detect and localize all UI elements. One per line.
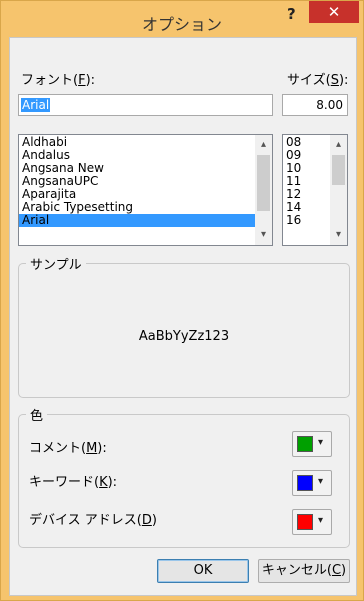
sample-text: AaBbYyZz123: [138, 329, 230, 344]
font-list-scroll-thumb[interactable]: [257, 155, 270, 211]
comment-color-label: コメント(M):: [29, 441, 107, 456]
size-list[interactable]: 08 09 10 11 12 14 16 ▴ ▾: [282, 134, 348, 246]
comment-color-button[interactable]: ▾: [292, 431, 332, 457]
device-address-color-label: デバイス アドレス(D): [29, 513, 157, 528]
keyword-color-swatch: [297, 475, 313, 491]
close-button[interactable]: ✕: [309, 1, 359, 23]
chevron-down-icon: ▾: [318, 515, 324, 526]
font-list[interactable]: Aldhabi Andalus Angsana New AngsanaUPC A…: [18, 134, 273, 246]
color-group-label: 色: [26, 405, 48, 424]
font-list-item[interactable]: Arabic Typesetting: [19, 201, 256, 214]
scroll-up-icon[interactable]: ▴: [330, 137, 347, 153]
dialog-client: フォント(F): サイズ(S): Arial 8.00 Aldhabi Anda…: [9, 37, 357, 596]
font-list-item-selected[interactable]: Arial: [19, 214, 256, 227]
device-address-color-button[interactable]: ▾: [292, 509, 332, 535]
sample-group-label: サンプル: [26, 254, 86, 273]
font-input[interactable]: Arial: [18, 94, 273, 116]
keyword-color-button[interactable]: ▾: [292, 470, 332, 496]
size-input[interactable]: 8.00: [282, 94, 348, 116]
color-group: 色 コメント(M): ▾ キーワード(K): ▾ デバイス アドレス(D) ▾: [18, 405, 350, 548]
help-button[interactable]: ?: [287, 5, 296, 23]
cancel-button[interactable]: キャンセル(C): [258, 559, 350, 583]
scroll-up-icon[interactable]: ▴: [255, 137, 272, 153]
chevron-down-icon: ▾: [318, 437, 324, 448]
font-label: フォント(F):: [21, 73, 96, 88]
scroll-down-icon[interactable]: ▾: [330, 227, 347, 243]
comment-color-swatch: [297, 436, 313, 452]
font-input-value: Arial: [21, 98, 51, 112]
title-bar[interactable]: オプション ? ✕: [1, 1, 363, 37]
size-input-value: 8.00: [316, 98, 343, 112]
sample-group: サンプル AaBbYyZz123: [18, 254, 350, 398]
size-list-scroll-thumb[interactable]: [332, 155, 345, 185]
keyword-color-label: キーワード(K):: [29, 475, 118, 490]
size-label: サイズ(S):: [287, 73, 349, 88]
font-list-scrollbar[interactable]: ▴ ▾: [255, 135, 272, 245]
chevron-down-icon: ▾: [318, 476, 324, 487]
device-address-color-swatch: [297, 514, 313, 530]
scroll-down-icon[interactable]: ▾: [255, 227, 272, 243]
options-dialog: オプション ? ✕ フォント(F): サイズ(S): Arial 8.00 Al…: [0, 0, 364, 601]
ok-button[interactable]: OK: [157, 559, 249, 583]
size-list-scrollbar[interactable]: ▴ ▾: [330, 135, 347, 245]
size-list-item[interactable]: 16: [283, 214, 331, 227]
